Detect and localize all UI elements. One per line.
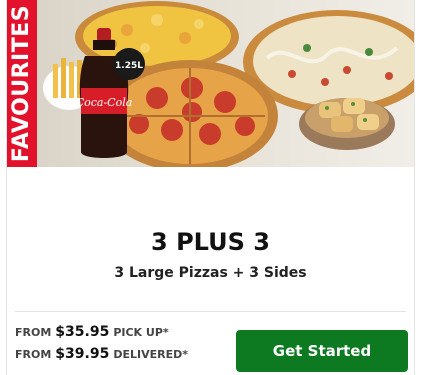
price-prefix: FROM [15, 348, 52, 361]
price-suffix: PICK UP* [113, 326, 169, 339]
deal-subtitle: 3 Large Pizzas + 3 Sides [114, 265, 307, 281]
ribbon-label: FAVOURITES [9, 4, 35, 163]
favourites-ribbon: FAVOURITES [7, 0, 37, 167]
food-illustration: Coca-Cola 1.25L [43, 1, 414, 167]
deal-card: Coca-Cola 1.25L FAVOURITES 3 PLUS 3 3 La… [6, 0, 415, 375]
deal-title: 3 PLUS 3 [151, 228, 270, 256]
svg-text:Coca-Cola: Coca-Cola [76, 96, 133, 109]
price-pickup: FROM $35.95 PICK UP* [15, 324, 235, 346]
garlic-bread-image [299, 98, 395, 150]
deal-hero-image[interactable]: Coca-Cola 1.25L FAVOURITES [7, 0, 414, 167]
price-amount: $39.95 [55, 346, 110, 362]
get-started-button[interactable]: Get Started [236, 330, 408, 372]
price-suffix: DELIVERED* [113, 348, 188, 361]
divider [15, 311, 406, 312]
price-amount: $35.95 [55, 324, 110, 340]
price-list: FROM $35.95 PICK UP* FROM $39.95 DELIVER… [15, 324, 235, 368]
price-delivered: FROM $39.95 DELIVERED* [15, 346, 235, 368]
svg-text:1.25L: 1.25L [115, 61, 143, 71]
price-prefix: FROM [15, 326, 52, 339]
